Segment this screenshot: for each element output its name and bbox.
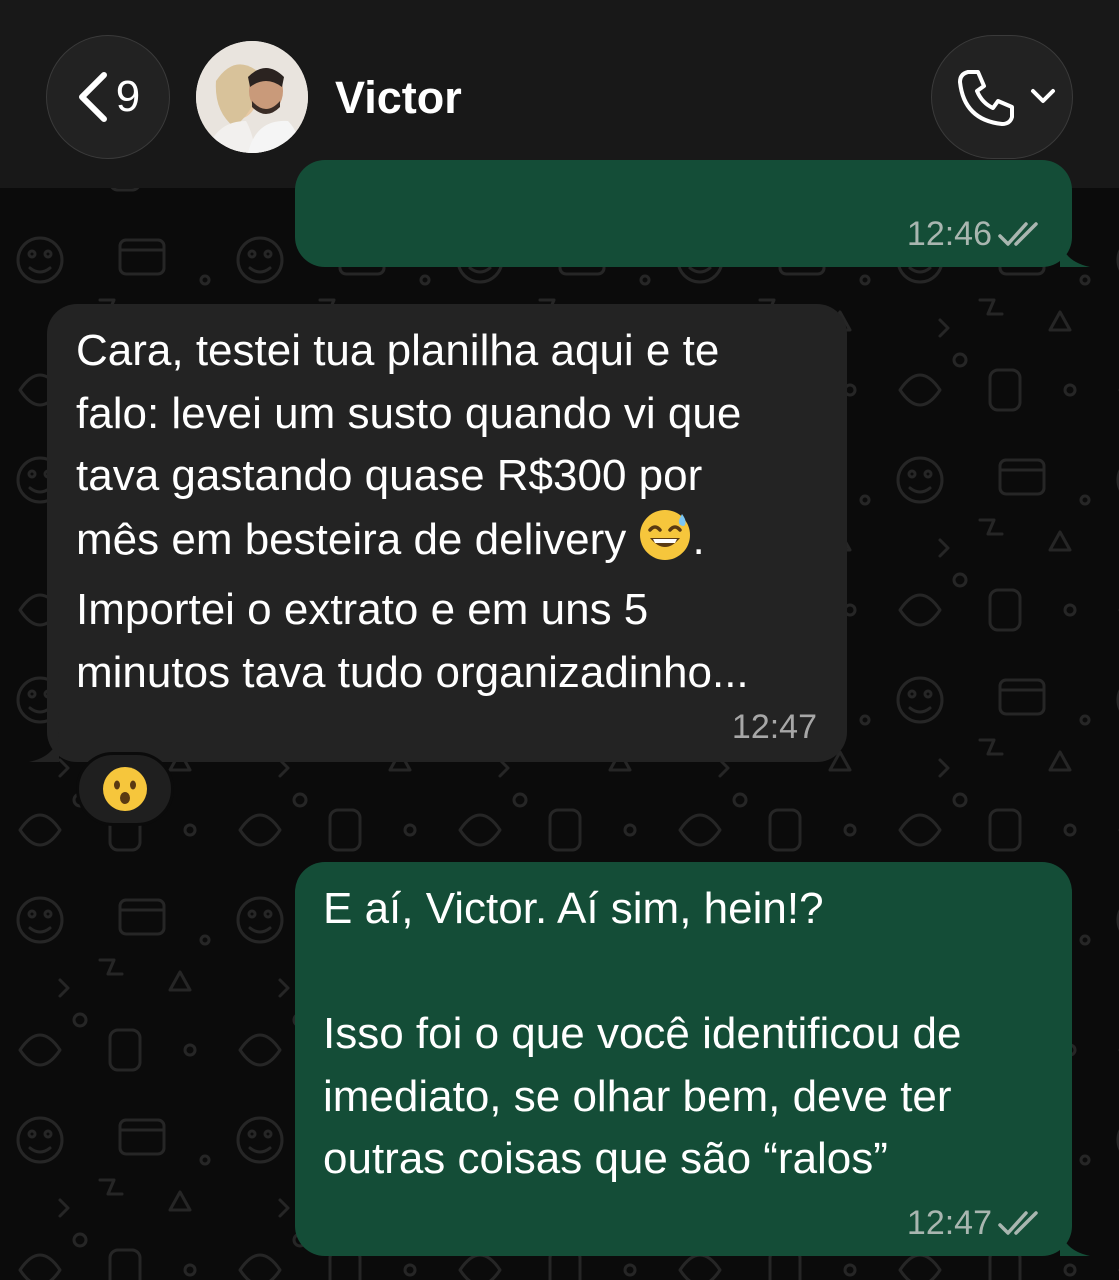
message-text: E aí, Victor. Aí sim, hein!? Isso foi o … [323,884,962,1183]
message-time: 12:47 [906,1204,992,1242]
grinning-sweat-emoji-icon [638,508,692,580]
message-bubble-outgoing[interactable]: 12:46 [295,160,1090,267]
call-button[interactable] [931,35,1073,159]
read-receipt-icon [998,222,1038,246]
reaction-badge[interactable] [76,752,174,826]
chevron-left-icon [78,72,107,122]
back-button[interactable]: 9 [46,35,170,159]
bubble-tail [29,732,59,762]
message-time: 12:47 [731,708,817,746]
avatar-photo [196,41,308,153]
message-text: Cara, testei tua planilha aqui e te falo… [76,320,836,704]
chevron-down-icon [1031,89,1055,103]
phone-icon [958,70,1014,126]
read-receipt-icon [998,1211,1038,1235]
message-bubble-incoming[interactable]: Cara, testei tua planilha aqui e te falo… [29,304,847,762]
message-bubble-outgoing[interactable]: E aí, Victor. Aí sim, hein!? Isso foi o … [295,862,1090,1256]
unread-count: 9 [115,72,141,121]
message-time: 12:46 [906,215,992,253]
bubble-tail [1060,1226,1090,1256]
contact-name[interactable]: Victor [335,72,462,124]
avatar[interactable] [196,41,308,153]
hushed-face-icon [103,767,147,811]
bubble-tail [1060,237,1090,267]
